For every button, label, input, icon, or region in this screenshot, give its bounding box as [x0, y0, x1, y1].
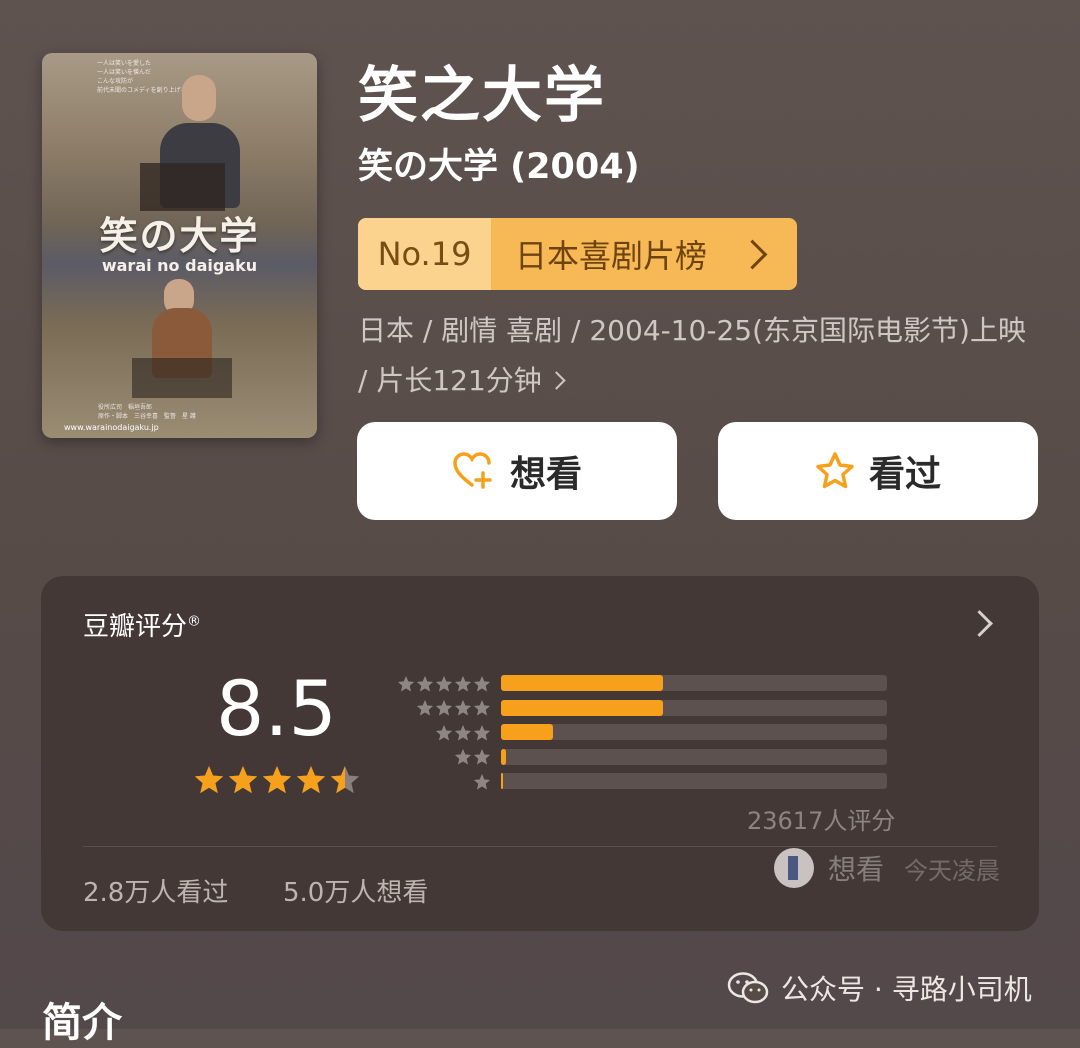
friend-action: 想看 [828, 853, 885, 886]
want-to-watch-button[interactable]: 想看 [357, 422, 677, 520]
rating-bar-track [501, 699, 887, 716]
star-icon [262, 766, 292, 794]
small-star-icon [474, 724, 490, 740]
rank-list-name: 日本喜剧片榜 [515, 237, 708, 275]
rating-score: 8.5 [216, 664, 337, 753]
star-icon [296, 766, 326, 794]
rating-bar-fill [501, 699, 664, 716]
chevron-right-icon [737, 239, 768, 269]
watched-button[interactable]: 看过 [718, 422, 1038, 520]
small-star-icon [474, 675, 490, 691]
star-outline-icon [816, 452, 854, 489]
rating-bar-track [501, 773, 887, 789]
rating-row-5 [391, 671, 887, 696]
divider [83, 846, 997, 847]
small-star-icon [436, 724, 452, 740]
want-to-watch-label: 想看 [509, 454, 582, 495]
heart-plus-icon [453, 452, 492, 489]
poster-blurb: 一人は笑いを愛した 一人は笑いを憎んだ こんな攻防が 前代未聞のコメディを創り上… [97, 60, 187, 94]
small-star-icon [436, 675, 452, 691]
row-stars [391, 675, 491, 693]
chevron-right-icon [547, 371, 566, 390]
movie-meta[interactable]: 日本 / 剧情 喜剧 / 2004-10-25(东京国际电影节)上映 / 片长1… [358, 306, 1038, 406]
rating-bar-track [501, 748, 887, 765]
rating-bar-track [501, 724, 887, 740]
row-stars [391, 724, 491, 742]
poster-figure-head [182, 75, 216, 121]
small-star-icon [474, 749, 490, 765]
poster-title: 笑の大学 [99, 214, 260, 258]
movie-poster[interactable]: 一人は笑いを愛した 一人は笑いを憎んだ こんな攻防が 前代未聞のコメディを創り上… [42, 53, 317, 438]
want-count[interactable]: 5.0万人想看 [283, 872, 428, 909]
poster-desk-2 [132, 358, 232, 398]
small-star-icon [417, 675, 433, 691]
star-icon [228, 766, 258, 794]
small-star-icon [455, 749, 471, 765]
friend-time: 今天凌晨 [904, 856, 1001, 885]
small-star-icon [398, 675, 414, 691]
star-icon [194, 766, 224, 794]
rating-bar-fill [501, 675, 664, 691]
small-star-icon [474, 773, 490, 789]
rating-row-4 [391, 696, 887, 721]
registered-mark: ® [187, 613, 202, 630]
rating-row-2 [391, 745, 887, 770]
wechat-watermark: 公众号 · 寻路小司机 [727, 968, 1032, 1008]
rank-badge[interactable]: No.19 日本喜剧片榜 [358, 218, 797, 290]
rating-bar-fill [501, 748, 506, 765]
rating-bar-track [501, 675, 887, 691]
rating-stars [193, 764, 361, 796]
rating-card[interactable]: 豆瓣评分® 8.5 23617人评分 2.8万人看过 5.0万人想看 想看 今天… [41, 576, 1039, 931]
small-star-icon [455, 700, 471, 716]
poster-desk [140, 163, 225, 211]
avatar [774, 848, 814, 888]
chevron-right-icon[interactable] [966, 610, 993, 637]
rating-bar-fill [501, 724, 554, 740]
small-star-icon [455, 724, 471, 740]
small-star-icon [474, 700, 490, 716]
star-icon [330, 766, 360, 794]
poster-romaji: warai no daigaku [101, 256, 258, 275]
small-star-icon [436, 700, 452, 716]
rating-header: 豆瓣评分® [83, 612, 202, 642]
rank-number: No.19 [358, 218, 491, 290]
watched-count[interactable]: 2.8万人看过 [83, 872, 228, 909]
rating-count: 23617人评分 [747, 807, 896, 835]
row-stars [391, 699, 491, 717]
small-star-icon [417, 700, 433, 716]
movie-meta-text: 日本 / 剧情 喜剧 / 2004-10-25(东京国际电影节)上映 / 片长1… [358, 314, 1026, 397]
row-stars [391, 773, 491, 791]
movie-title: 笑之大学 [358, 61, 606, 131]
poster-url: www.warainodaigaku.jp [64, 423, 159, 432]
watched-label: 看过 [868, 454, 941, 495]
wechat-icon [727, 972, 769, 1004]
rating-row-1 [391, 769, 887, 794]
section-intro-heading: 简介 [42, 1000, 122, 1046]
row-stars [391, 748, 491, 766]
movie-original-title: 笑の大学 (2004) [358, 147, 640, 187]
watermark-text: 公众号 · 寻路小司机 [781, 973, 1032, 1006]
poster-credits: 役所広司 稲垣吾郎 原作・脚本 三谷幸喜 監督 星 護 [98, 404, 196, 420]
friend-activity[interactable]: 想看 今天凌晨 [774, 848, 1000, 888]
rating-bar-fill [501, 773, 504, 789]
small-star-icon [455, 675, 471, 691]
rating-row-3 [391, 720, 887, 745]
